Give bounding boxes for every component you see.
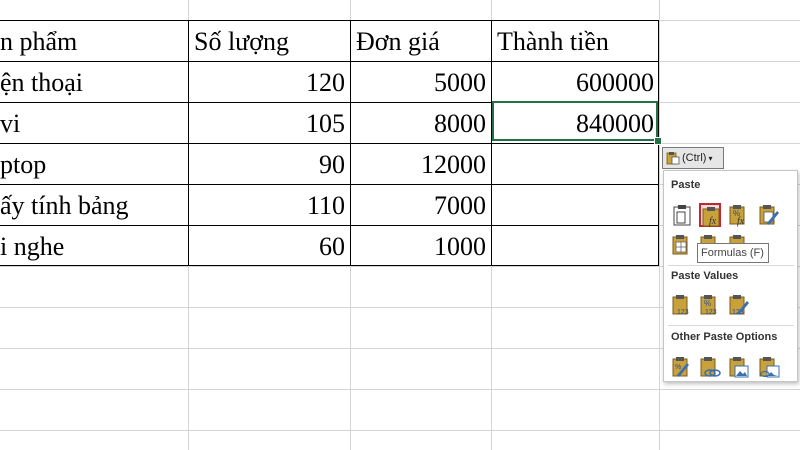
paste-values-source-formatting-icon: 123 — [729, 295, 749, 316]
paste-options-button[interactable]: (Ctrl) ▾ — [662, 147, 724, 169]
paste-formulas-number-format-icon: % fx — [729, 205, 745, 227]
formatting-icon: % — [672, 357, 689, 377]
paste-formulas-button[interactable]: fx — [699, 203, 721, 227]
svg-text:123: 123 — [705, 309, 717, 316]
fill-handle[interactable] — [654, 137, 662, 145]
paste-button[interactable] — [671, 203, 693, 227]
table-cell-total[interactable] — [493, 143, 654, 183]
picture-icon — [729, 357, 749, 378]
header-product[interactable]: n phẩm — [0, 20, 186, 60]
paste-options-menu: Paste fx % fx Paste Values 123 % 123 Oth… — [663, 170, 798, 382]
no-borders-button[interactable] — [671, 233, 693, 257]
other-paste-options-header: Other Paste Options — [671, 331, 778, 343]
paste-formulas-icon: fx — [702, 207, 720, 227]
table-cell-price[interactable]: 8000 — [352, 102, 486, 142]
table-cell-total[interactable]: 600000 — [493, 61, 654, 101]
linked-picture-icon — [759, 357, 780, 378]
menu-separator — [668, 265, 794, 266]
paste-values-button[interactable]: 123 — [671, 293, 693, 317]
table-cell-name[interactable]: ấy tính bảng — [0, 184, 186, 224]
svg-text:123: 123 — [677, 309, 689, 316]
clipboard-icon — [666, 152, 680, 165]
chevron-down-icon: ▾ — [708, 153, 713, 163]
paste-values-number-format-button[interactable]: % 123 — [699, 293, 721, 317]
paste-link-icon — [700, 357, 721, 377]
paste-values-icon: 123 — [672, 295, 689, 316]
cell-selection — [492, 101, 658, 141]
paste-link-button[interactable] — [699, 355, 721, 379]
table-cell-total[interactable] — [493, 184, 654, 224]
table-cell-price[interactable]: 1000 — [352, 225, 486, 265]
header-total[interactable]: Thành tiền — [497, 20, 655, 60]
formatting-button[interactable]: % — [671, 355, 693, 379]
table-cell-price[interactable]: 7000 — [352, 184, 486, 224]
table-cell-qty[interactable]: 120 — [190, 61, 345, 101]
svg-text:fx: fx — [737, 216, 745, 227]
header-quantity[interactable]: Số lượng — [194, 20, 346, 60]
paste-values-source-formatting-button[interactable]: 123 — [728, 293, 750, 317]
data-table: n phẩm Số lượng Đơn giá Thành tiền ện th… — [0, 20, 659, 266]
keep-source-formatting-button[interactable] — [758, 203, 780, 227]
header-unit-price[interactable]: Đơn giá — [356, 20, 488, 60]
svg-text:%: % — [675, 364, 681, 371]
keep-source-formatting-icon — [759, 205, 779, 225]
table-cell-qty[interactable]: 105 — [190, 102, 345, 142]
table-cell-name[interactable]: ptop — [0, 143, 186, 183]
paste-values-number-format-icon: % 123 — [700, 295, 717, 316]
paste-formulas-number-format-button[interactable]: % fx — [728, 203, 750, 227]
table-cell-name[interactable]: i nghe — [0, 225, 186, 265]
paste-icon — [673, 205, 691, 226]
table-cell-total[interactable] — [493, 225, 654, 265]
table-cell-qty[interactable]: 90 — [190, 143, 345, 183]
paste-options-label: (Ctrl) — [682, 152, 707, 164]
table-cell-qty[interactable]: 110 — [190, 184, 345, 224]
linked-picture-button[interactable] — [758, 355, 780, 379]
paste-section-header: Paste — [671, 179, 701, 191]
menu-separator — [668, 325, 794, 326]
table-cell-price[interactable]: 5000 — [352, 61, 486, 101]
formulas-tooltip: Formulas (F) — [697, 243, 769, 263]
svg-text:fx: fx — [709, 216, 717, 227]
table-cell-name[interactable]: vi — [0, 102, 186, 142]
table-cell-qty[interactable]: 60 — [190, 225, 345, 265]
table-cell-price[interactable]: 12000 — [352, 143, 486, 183]
table-cell-name[interactable]: ện thoại — [0, 61, 186, 101]
picture-button[interactable] — [728, 355, 750, 379]
svg-text:%: % — [704, 299, 711, 308]
no-borders-icon — [672, 235, 688, 255]
paste-values-section-header: Paste Values — [671, 270, 739, 282]
